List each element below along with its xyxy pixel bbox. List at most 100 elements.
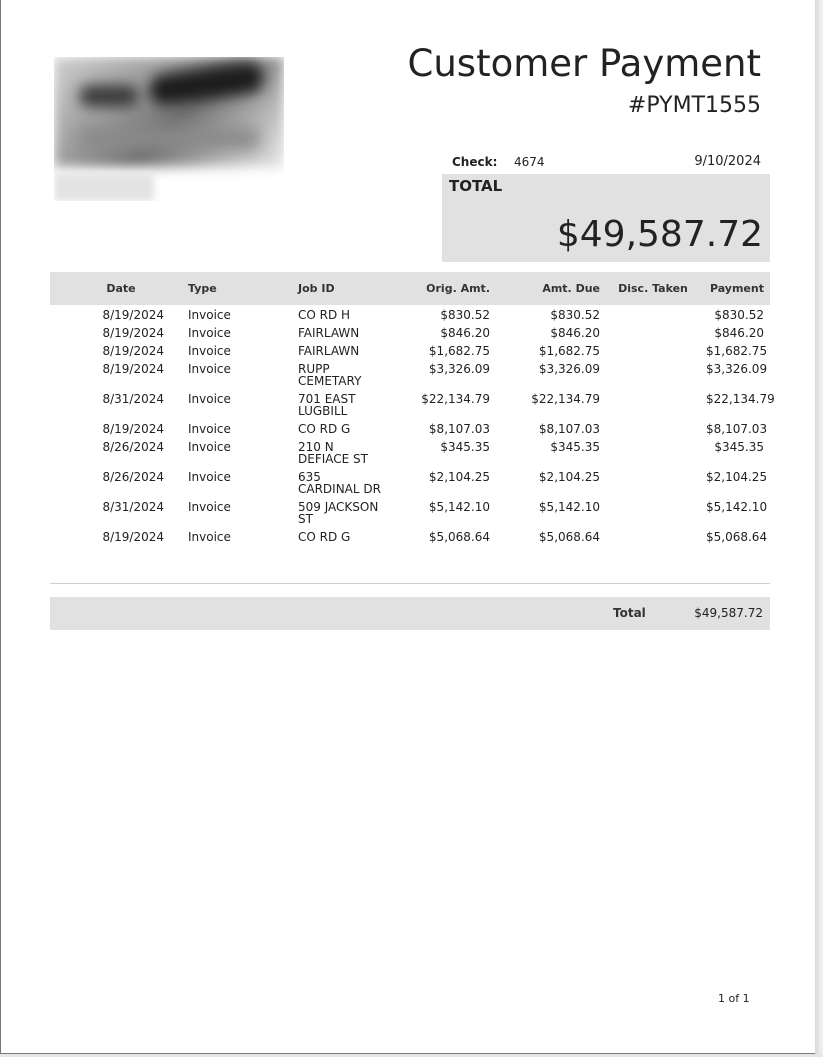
cell-job-id: 701 EAST LUGBILL [298,392,356,418]
total-bar: Total $49,587.72 [50,597,770,630]
cell-amt-due: $2,104.25 [538,470,600,484]
total-bar-value: $49,587.72 [694,606,763,620]
cell-payment: $345.35 [714,440,764,454]
cell-disc-taken [606,498,700,528]
page-title: Customer Payment [407,42,761,85]
table-row: 8/19/2024 Invoice RUPP CEMETARY $3,326.0… [50,360,770,390]
payment-items-table: Date Type Job ID Orig. Amt. Amt. Due Dis… [50,272,775,546]
table-row: 8/19/2024 Invoice CO RD G $5,068.64 $5,0… [50,528,770,546]
cell-disc-taken [606,305,700,324]
cell-amt-due: $8,107.03 [538,422,600,436]
table-row: 8/19/2024 Invoice CO RD G $8,107.03 $8,1… [50,420,770,438]
cell-type: Invoice [188,326,231,340]
table-row: 8/19/2024 Invoice FAIRLAWN $1,682.75 $1,… [50,342,770,360]
cell-disc-taken [606,342,700,360]
check-number: 4674 [514,155,545,169]
column-header-amt-due: Amt. Due [542,282,600,295]
cell-type: Invoice [188,500,231,514]
cell-type: Invoice [188,392,231,406]
cell-type: Invoice [188,530,231,544]
total-box-label: TOTAL [449,177,503,195]
cell-orig-amt: $3,326.09 [428,362,490,376]
cell-job-id: FAIRLAWN [298,344,360,358]
cell-disc-taken [606,420,700,438]
cell-type: Invoice [188,440,231,454]
cell-disc-taken [606,438,700,468]
cell-payment: $830.52 [714,308,764,322]
cell-date: 8/26/2024 [102,470,164,484]
company-logo [54,57,284,201]
cell-job-id: CO RD H [298,308,351,322]
cell-orig-amt: $830.52 [440,308,490,322]
cell-payment: $8,107.03 [706,422,768,436]
cell-type: Invoice [188,362,231,376]
cell-job-id: CO RD G [298,422,351,436]
cell-disc-taken [606,324,700,342]
cell-amt-due: $5,142.10 [538,500,600,514]
cell-date: 8/19/2024 [102,362,164,376]
cell-amt-due: $846.20 [550,326,600,340]
cell-orig-amt: $2,104.25 [428,470,490,484]
total-bar-label: Total [613,606,646,620]
cell-type: Invoice [188,344,231,358]
document-page: Customer Payment #PYMT1555 Check: 4674 9… [0,0,815,1054]
cell-payment: $22,134.79 [706,392,775,406]
cell-orig-amt: $5,142.10 [428,500,490,514]
column-header-orig-amt: Orig. Amt. [426,282,490,295]
cell-orig-amt: $1,682.75 [428,344,490,358]
cell-date: 8/19/2024 [102,308,164,322]
table-row: 8/19/2024 Invoice FAIRLAWN $846.20 $846.… [50,324,770,342]
cell-orig-amt: $846.20 [440,326,490,340]
page-number: 1 of 1 [718,992,750,1005]
cell-amt-due: $1,682.75 [538,344,600,358]
table-row: 8/26/2024 Invoice 210 N DEFIACE ST $345.… [50,438,770,468]
cell-payment: $1,682.75 [706,344,768,358]
page-shadow-right [815,0,823,1057]
cell-date: 8/19/2024 [102,530,164,544]
cell-orig-amt: $22,134.79 [421,392,490,406]
cell-disc-taken [606,528,700,546]
cell-date: 8/31/2024 [102,500,164,514]
cell-date: 8/19/2024 [102,326,164,340]
check-label: Check: [452,155,498,169]
cell-disc-taken [606,390,700,420]
table-row: 8/26/2024 Invoice 635 CARDINAL DR $2,104… [50,468,770,498]
cell-payment: $846.20 [714,326,764,340]
cell-amt-due: $5,068.64 [538,530,600,544]
cell-job-id: 210 N DEFIACE ST [298,440,368,466]
column-header-payment: Payment [709,282,764,295]
cell-date: 8/19/2024 [102,344,164,358]
table-header-row: Date Type Job ID Orig. Amt. Amt. Due Dis… [50,272,770,305]
cell-orig-amt: $8,107.03 [428,422,490,436]
cell-payment: $5,142.10 [706,500,768,514]
cell-job-id: 509 JACKSON ST [298,500,379,526]
column-header-job-id: Job ID [298,282,335,295]
cell-type: Invoice [188,422,231,436]
column-header-type: Type [188,282,217,295]
cell-type: Invoice [188,308,231,322]
cell-date: 8/31/2024 [102,392,164,406]
payment-number: #PYMT1555 [627,93,761,118]
cell-disc-taken [606,468,700,498]
cell-orig-amt: $5,068.64 [428,530,490,544]
column-header-date: Date [106,282,136,295]
cell-type: Invoice [188,470,231,484]
column-header-disc-taken: Disc. Taken [618,282,688,295]
cell-date: 8/19/2024 [102,422,164,436]
cell-job-id: 635 CARDINAL DR [298,470,381,496]
cell-orig-amt: $345.35 [440,440,490,454]
cell-date: 8/26/2024 [102,440,164,454]
table-divider [50,583,770,584]
cell-disc-taken [606,360,700,390]
cell-amt-due: $3,326.09 [538,362,600,376]
cell-amt-due: $22,134.79 [531,392,600,406]
total-box-amount: $49,587.72 [556,214,763,255]
payment-date: 9/10/2024 [694,154,761,169]
cell-amt-due: $830.52 [550,308,600,322]
table-row: 8/19/2024 Invoice CO RD H $830.52 $830.5… [50,305,770,324]
cell-payment: $3,326.09 [706,362,768,376]
cell-job-id: CO RD G [298,530,351,544]
table-row: 8/31/2024 Invoice 701 EAST LUGBILL $22,1… [50,390,775,420]
cell-job-id: RUPP CEMETARY [298,362,362,388]
total-box: TOTAL $49,587.72 [442,174,770,262]
